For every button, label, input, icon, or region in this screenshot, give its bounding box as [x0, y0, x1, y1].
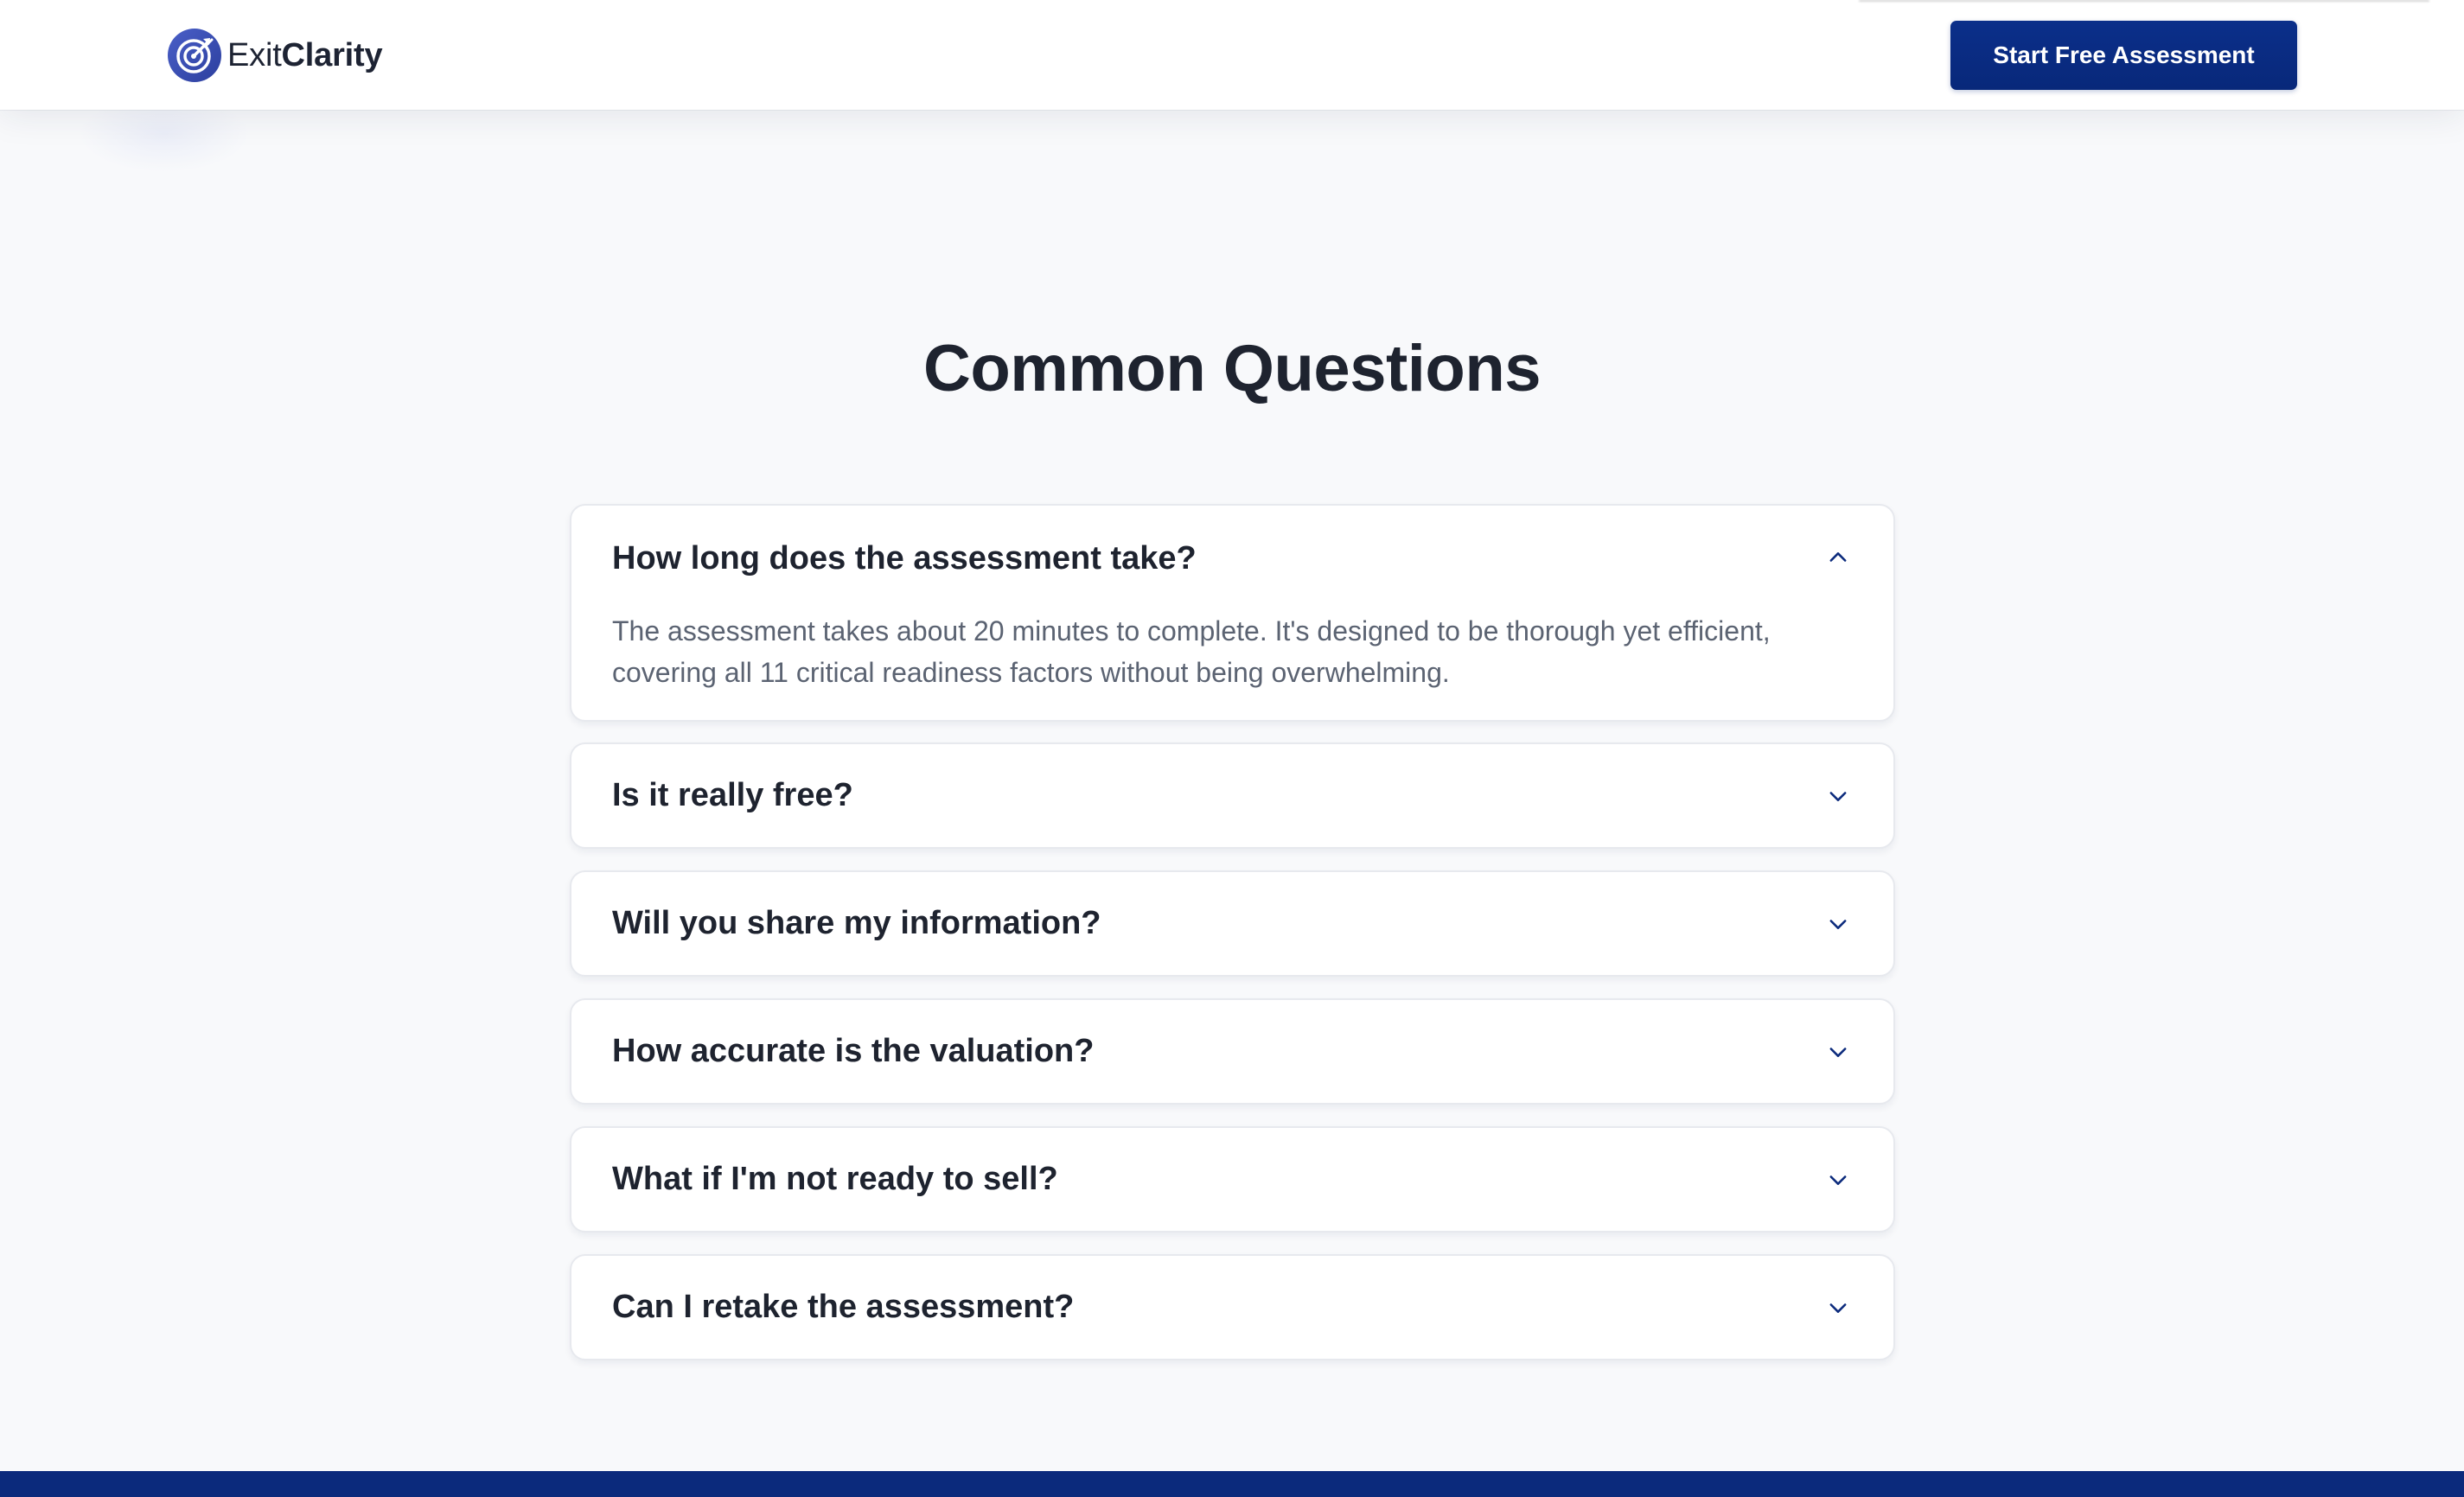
logo-text-light: Exit [227, 36, 282, 73]
chevron-down-icon[interactable] [1825, 1167, 1851, 1193]
chevron-down-icon[interactable] [1825, 1039, 1851, 1065]
logo-link[interactable]: ExitClarity [167, 27, 383, 84]
chevron-down-icon[interactable] [1825, 1295, 1851, 1321]
chevron-down-icon-svg [1829, 1175, 1847, 1185]
chevron-down-icon-svg [1829, 920, 1847, 929]
header-shadow-line [1859, 0, 2429, 2]
faq-question[interactable]: How accurate is the valuation? [612, 1000, 1822, 1103]
chevron-up-icon[interactable] [1825, 545, 1851, 570]
footer-band [0, 1471, 2464, 1497]
logo-wordmark: ExitClarity [227, 36, 383, 74]
chevron-up-icon-svg [1829, 552, 1847, 562]
faq-question[interactable]: Is it really free? [612, 744, 1822, 847]
logo-text-bold: Clarity [281, 36, 383, 73]
faq-question[interactable]: Will you share my information? [612, 872, 1822, 975]
faq-item-not-ready[interactable]: What if I'm not ready to sell? [570, 1126, 1895, 1233]
site-header: ExitClarity Start Free Assessment [0, 0, 2464, 110]
faq-item-retake[interactable]: Can I retake the assessment? [570, 1254, 1895, 1360]
target-icon [168, 29, 221, 82]
chevron-down-icon-svg [1829, 792, 1847, 801]
faq-item-valuation-accuracy[interactable]: How accurate is the valuation? [570, 998, 1895, 1105]
section-title: Common Questions [922, 332, 1542, 405]
faq-question[interactable]: How long does the assessment take? [612, 506, 1822, 611]
faq-answer: The assessment takes about 20 minutes to… [612, 615, 1771, 688]
faq-question[interactable]: Can I retake the assessment? [612, 1256, 1822, 1359]
chevron-down-icon-svg [1829, 1303, 1847, 1313]
chevron-down-icon-svg [1829, 1048, 1847, 1057]
faq-question[interactable]: What if I'm not ready to sell? [612, 1128, 1822, 1231]
faq-item-share-information[interactable]: Will you share my information? [570, 870, 1895, 977]
faq-item-assessment-duration: How long does the assessment take? The a… [570, 504, 1895, 722]
faq-item-free[interactable]: Is it really free? [570, 742, 1895, 849]
chevron-down-icon[interactable] [1825, 783, 1851, 809]
chevron-down-icon[interactable] [1825, 911, 1851, 937]
start-free-assessment-button[interactable]: Start Free Assessment [1950, 21, 2297, 90]
